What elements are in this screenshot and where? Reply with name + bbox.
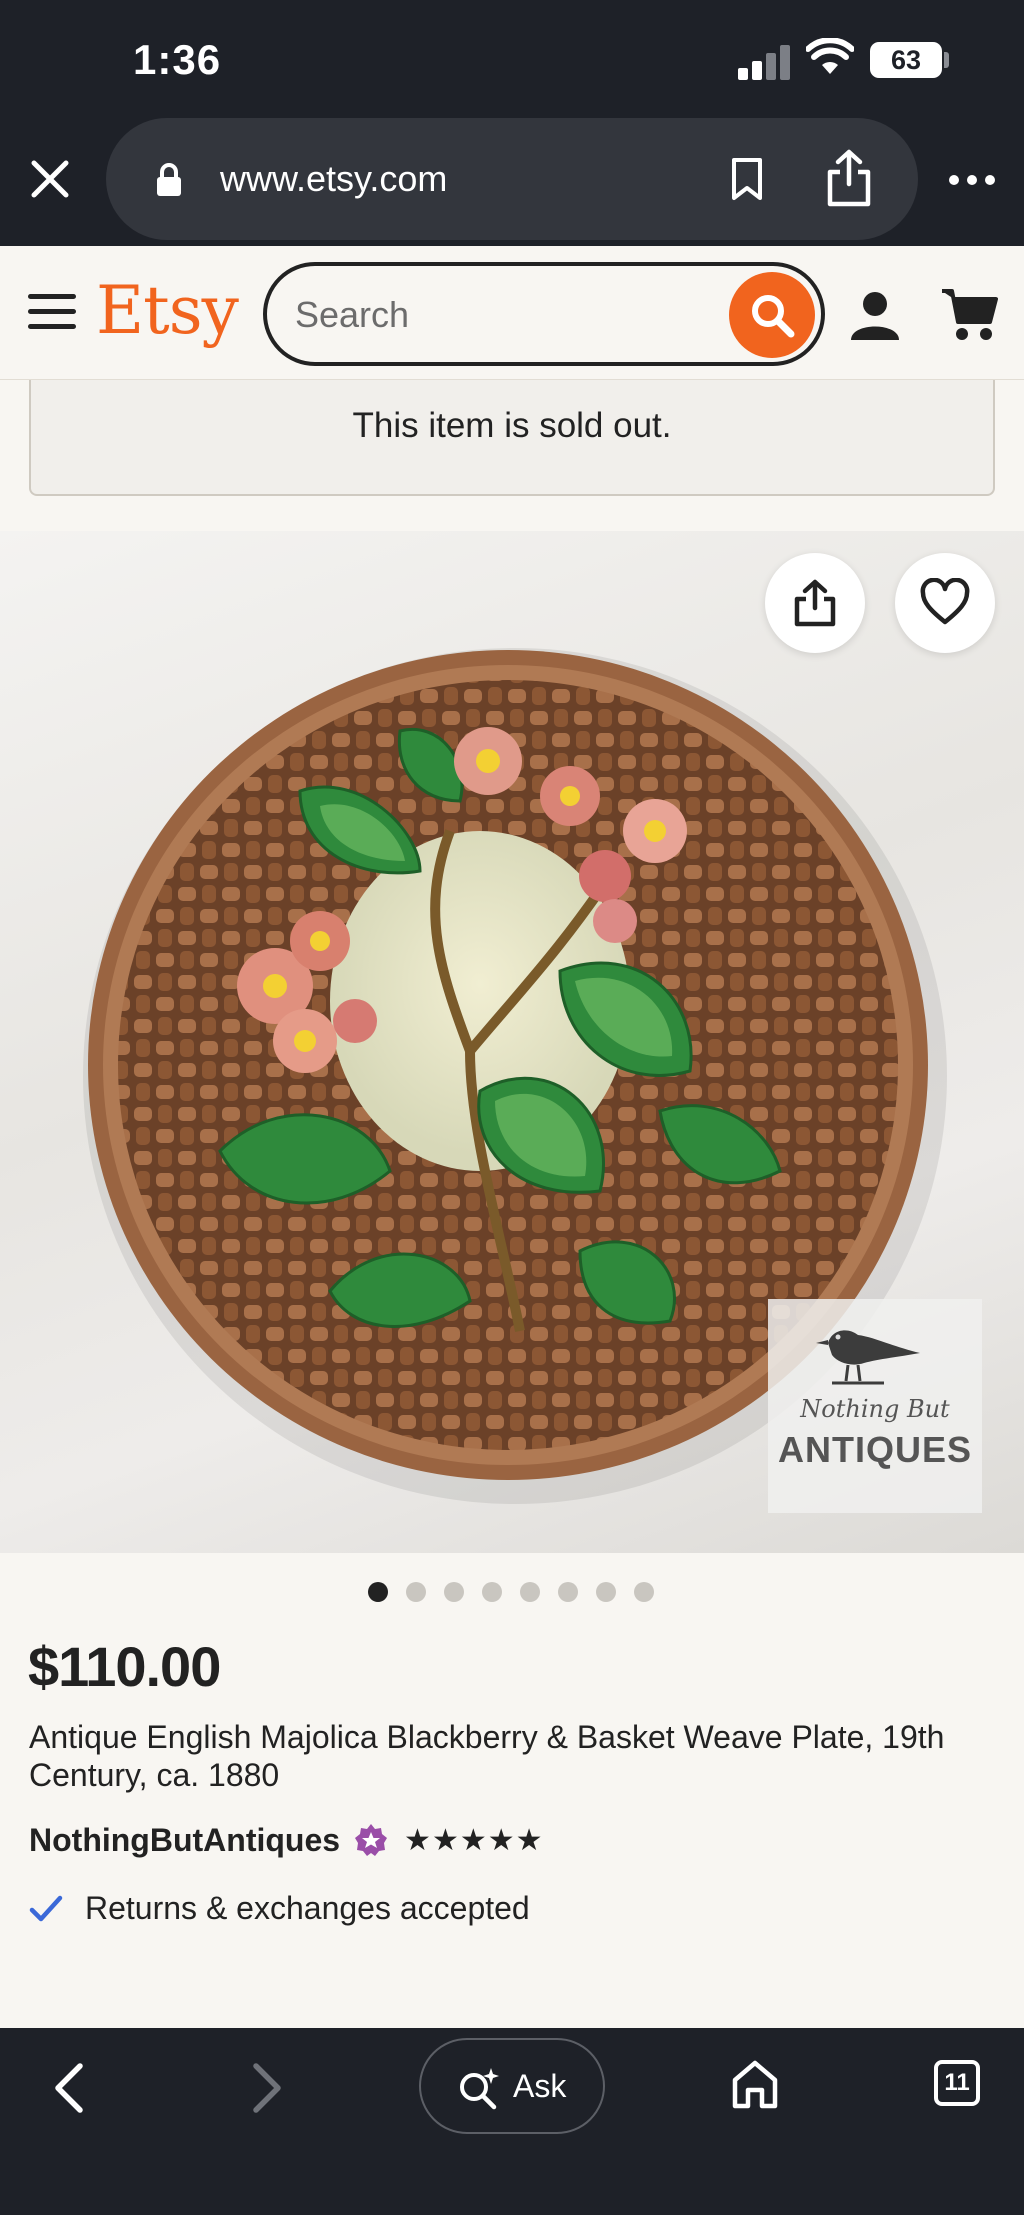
carousel-dot[interactable] — [482, 1582, 502, 1602]
url-text: www.etsy.com — [220, 158, 448, 199]
listing-title: Antique English Majolica Blackberry & Ba… — [29, 1719, 945, 1793]
shop-row: NothingButAntiques ★★★★★ — [29, 1818, 544, 1862]
ask-search-sparkle-icon — [460, 2068, 499, 2110]
cart-icon[interactable] — [940, 286, 998, 342]
wifi-icon — [806, 38, 854, 74]
seller-watermark: Nothing But ANTIQUES — [768, 1299, 982, 1513]
star-seller-badge-icon — [355, 1824, 388, 1856]
sold-out-message: This item is sold out. — [352, 406, 672, 445]
search-input[interactable] — [295, 286, 715, 344]
forward-icon[interactable] — [248, 2060, 288, 2116]
carousel-dot[interactable] — [406, 1582, 426, 1602]
user-icon[interactable] — [848, 288, 902, 342]
status-time: 1:36 — [133, 36, 222, 83]
carousel-dot[interactable] — [558, 1582, 578, 1602]
sold-out-banner: This item is sold out. — [29, 380, 995, 496]
ask-button[interactable]: Ask — [419, 2038, 605, 2134]
bookmark-icon[interactable] — [728, 156, 766, 202]
carousel-dot[interactable] — [596, 1582, 616, 1602]
site-header: Etsy — [0, 246, 1024, 380]
search-icon — [752, 295, 795, 338]
tabs-icon[interactable]: 11 — [934, 2060, 980, 2106]
check-icon — [29, 1895, 63, 1921]
watermark-script: Nothing But — [800, 1395, 950, 1423]
share-icon[interactable] — [824, 148, 874, 208]
search-bar — [263, 262, 825, 366]
back-icon[interactable] — [48, 2060, 88, 2116]
share-image-button[interactable] — [765, 553, 865, 653]
listing-price: $110.00 — [28, 1635, 221, 1698]
carousel-dot[interactable] — [444, 1582, 464, 1602]
search-button[interactable] — [729, 272, 815, 358]
returns-row: Returns & exchanges accepted — [29, 1890, 530, 1927]
carousel-dot[interactable] — [634, 1582, 654, 1602]
browser-bottom-toolbar: Ask 11 — [0, 2028, 1024, 2215]
battery-indicator: 63 — [870, 42, 942, 78]
share-icon — [794, 579, 836, 627]
carousel-dot[interactable] — [368, 1582, 388, 1602]
bird-icon — [816, 1330, 920, 1385]
lock-icon — [157, 163, 181, 196]
heart-icon — [920, 578, 970, 625]
product-image[interactable]: Nothing But ANTIQUES — [0, 531, 1024, 1553]
more-icon[interactable] — [948, 174, 996, 186]
image-carousel-dots[interactable] — [368, 1582, 654, 1602]
rating-stars: ★★★★★ — [404, 1823, 544, 1857]
address-bar[interactable]: www.etsy.com — [106, 118, 918, 240]
cellular-signal-icon — [738, 44, 792, 80]
battery-nub — [944, 52, 949, 68]
watermark-main: ANTIQUES — [777, 1429, 972, 1470]
returns-text: Returns & exchanges accepted — [85, 1890, 530, 1926]
etsy-logo[interactable]: Etsy — [96, 272, 239, 349]
home-icon[interactable] — [730, 2058, 780, 2110]
close-icon[interactable] — [26, 155, 74, 203]
shop-name[interactable]: NothingButAntiques — [29, 1822, 340, 1859]
carousel-dot[interactable] — [520, 1582, 540, 1602]
browser-top-bar: 1:36 63 www.etsy.com — [0, 0, 1024, 246]
menu-icon[interactable] — [28, 294, 76, 330]
favorite-button[interactable] — [895, 553, 995, 653]
ask-label: Ask — [513, 2068, 567, 2104]
